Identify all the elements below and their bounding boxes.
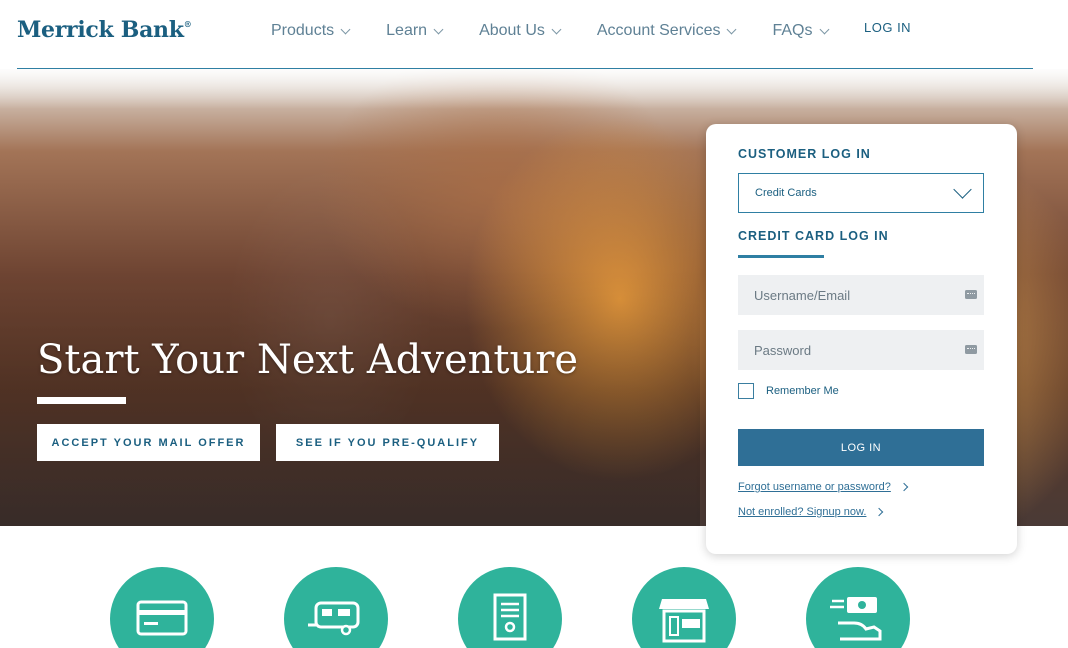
logo-text: Merrick Bank bbox=[17, 17, 184, 43]
remember-me-label: Remember Me bbox=[766, 385, 839, 397]
nav-about-us-label: About Us bbox=[479, 22, 545, 39]
remember-me-option[interactable]: Remember Me bbox=[738, 383, 839, 399]
chevron-down-icon bbox=[819, 24, 829, 34]
chevron-right-icon bbox=[899, 482, 909, 492]
password-placeholder: Password bbox=[754, 342, 812, 358]
product-merchant-services[interactable] bbox=[632, 567, 736, 648]
chevron-down-icon bbox=[340, 24, 351, 34]
customer-login-card: CUSTOMER LOG IN Credit Cards CREDIT CARD… bbox=[706, 124, 1017, 554]
storefront-open-icon bbox=[659, 599, 709, 643]
credit-card-login-heading: CREDIT CARD LOG IN bbox=[738, 229, 889, 243]
credit-card-icon bbox=[136, 600, 188, 636]
product-certificates[interactable] bbox=[458, 567, 562, 648]
cash-hand-icon bbox=[830, 597, 882, 641]
nav-faqs-label: FAQs bbox=[772, 22, 813, 39]
product-rv-loans[interactable] bbox=[284, 567, 388, 648]
account-type-value: Credit Cards bbox=[755, 187, 817, 199]
chevron-down-icon bbox=[727, 24, 737, 34]
account-type-select[interactable]: Credit Cards bbox=[738, 173, 984, 213]
rv-camper-icon bbox=[308, 601, 360, 636]
chevron-down-icon bbox=[551, 24, 562, 34]
chevron-down-icon bbox=[953, 180, 972, 199]
hero-title-underline bbox=[37, 397, 126, 404]
pre-qualify-button[interactable]: SEE IF YOU PRE-QUALIFY bbox=[276, 424, 499, 461]
chevron-right-icon bbox=[875, 507, 884, 517]
chevron-down-icon bbox=[433, 24, 444, 34]
accept-mail-offer-button[interactable]: ACCEPT YOUR MAIL OFFER bbox=[37, 424, 260, 461]
signup-link-text: Not enrolled? Signup now. bbox=[738, 506, 867, 518]
main-nav: Products Learn About Us Account Services… bbox=[271, 22, 865, 40]
product-credit-cards[interactable] bbox=[110, 567, 214, 648]
hero-top-fade bbox=[0, 69, 1068, 109]
merrick-bank-home-page: Merrick Bank® Products Learn About Us Ac… bbox=[0, 0, 1068, 648]
nav-faqs[interactable]: FAQs bbox=[772, 22, 829, 40]
nav-products-label: Products bbox=[271, 22, 335, 39]
customer-login-heading: CUSTOMER LOG IN bbox=[738, 147, 871, 161]
hero-title: Start Your Next Adventure bbox=[37, 337, 579, 383]
subheading-underline bbox=[738, 255, 824, 258]
nav-about-us[interactable]: About Us bbox=[479, 22, 562, 40]
password-manager-icon[interactable] bbox=[965, 290, 977, 299]
remember-me-checkbox[interactable] bbox=[738, 383, 754, 399]
username-input[interactable]: Username/Email bbox=[738, 275, 984, 315]
signup-link[interactable]: Not enrolled? Signup now. bbox=[738, 506, 884, 518]
login-button[interactable]: LOG IN bbox=[738, 429, 984, 466]
certificate-icon bbox=[493, 593, 527, 641]
nav-account-services[interactable]: Account Services bbox=[596, 22, 737, 40]
password-manager-icon[interactable] bbox=[965, 345, 977, 354]
forgot-credentials-link[interactable]: Forgot username or password? bbox=[738, 481, 909, 493]
product-cash-offers[interactable] bbox=[806, 567, 910, 648]
forgot-link-text: Forgot username or password? bbox=[738, 481, 891, 493]
nav-learn[interactable]: Learn bbox=[386, 22, 444, 40]
password-input[interactable]: Password bbox=[738, 330, 984, 370]
username-placeholder: Username/Email bbox=[754, 287, 851, 303]
nav-learn-label: Learn bbox=[386, 22, 428, 39]
nav-account-services-label: Account Services bbox=[596, 22, 721, 39]
registered-mark: ® bbox=[183, 19, 192, 29]
merrick-bank-logo[interactable]: Merrick Bank® bbox=[17, 17, 192, 43]
nav-products[interactable]: Products bbox=[271, 22, 351, 40]
header-login-link[interactable]: LOG IN bbox=[864, 20, 911, 35]
